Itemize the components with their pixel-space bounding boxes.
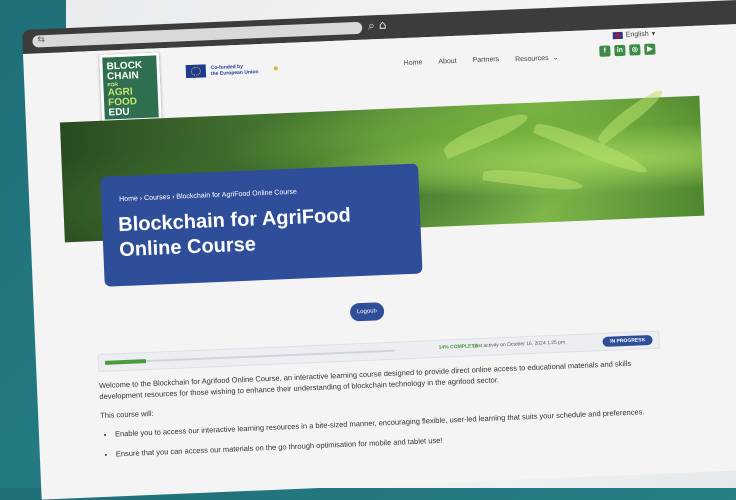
breadcrumb-current: Blockchain for AgriFood Online Course [176,188,298,201]
caret-down-icon: ▾ [651,30,656,38]
web-page: BLOCK CHAIN FOR AGRI FOOD EDU Co-funded … [23,23,736,500]
page-title: Blockchain for AgriFood Online Course [117,204,352,262]
leaf-shape [440,108,531,160]
facebook-icon[interactable]: f [599,45,611,57]
chevron-down-icon: ⌄ [552,54,559,62]
eu-funding-badge: Co-funded by the European Union [185,61,278,79]
nav-home[interactable]: Home [404,59,423,68]
search-icon[interactable]: ⌕ [368,18,375,33]
breadcrumb-home[interactable]: Home [119,195,138,203]
language-selector[interactable]: English ▾ [612,29,656,39]
youtube-icon[interactable]: ▶ [644,43,656,55]
hero-title-card: Home › Courses › Blockchain for AgriFood… [100,163,423,287]
logout-button[interactable]: Logout› [349,302,385,322]
language-label: English [625,30,649,39]
linkedin-icon[interactable]: in [614,44,626,57]
status-badge: IN PROGRESS [602,334,653,347]
browser-window: ⇆ ⌕ ⌂ BLOCK CHAIN FOR AGRI FOOD EDU Co-f… [22,0,736,500]
progress-track [104,349,395,365]
progress-fill [104,359,146,365]
leaf-shape [482,166,584,194]
social-links: f in ◎ ▶ [599,43,656,57]
leaf-shape [532,117,650,179]
eu-funding-text: Co-funded by the European Union [210,63,259,77]
home-icon[interactable]: ⌂ [379,18,387,33]
main-nav: Home About Partners Resources ⌄ [404,54,559,68]
last-activity: Last activity on October 16, 2024 1:25 p… [472,339,566,350]
leaf-shape [594,85,667,146]
breadcrumb-courses[interactable]: Courses [144,194,170,202]
nav-about[interactable]: About [438,58,457,67]
partner-dot-icon [273,65,278,70]
instagram-icon[interactable]: ◎ [629,44,641,56]
site-info-icon[interactable]: ⇆ [37,34,45,45]
nav-partners[interactable]: Partners [473,56,500,65]
eu-flag-icon [185,64,207,79]
uk-flag-icon [612,31,623,39]
breadcrumb: Home › Courses › Blockchain for AgriFood… [119,188,298,204]
nav-resources[interactable]: Resources ⌄ [515,54,559,64]
course-description: Welcome to the Blockchain for Agrifood O… [99,357,662,469]
site-logo[interactable]: BLOCK CHAIN FOR AGRI FOOD EDU [99,52,162,123]
browser-icons: ⌕ ⌂ [368,18,387,34]
